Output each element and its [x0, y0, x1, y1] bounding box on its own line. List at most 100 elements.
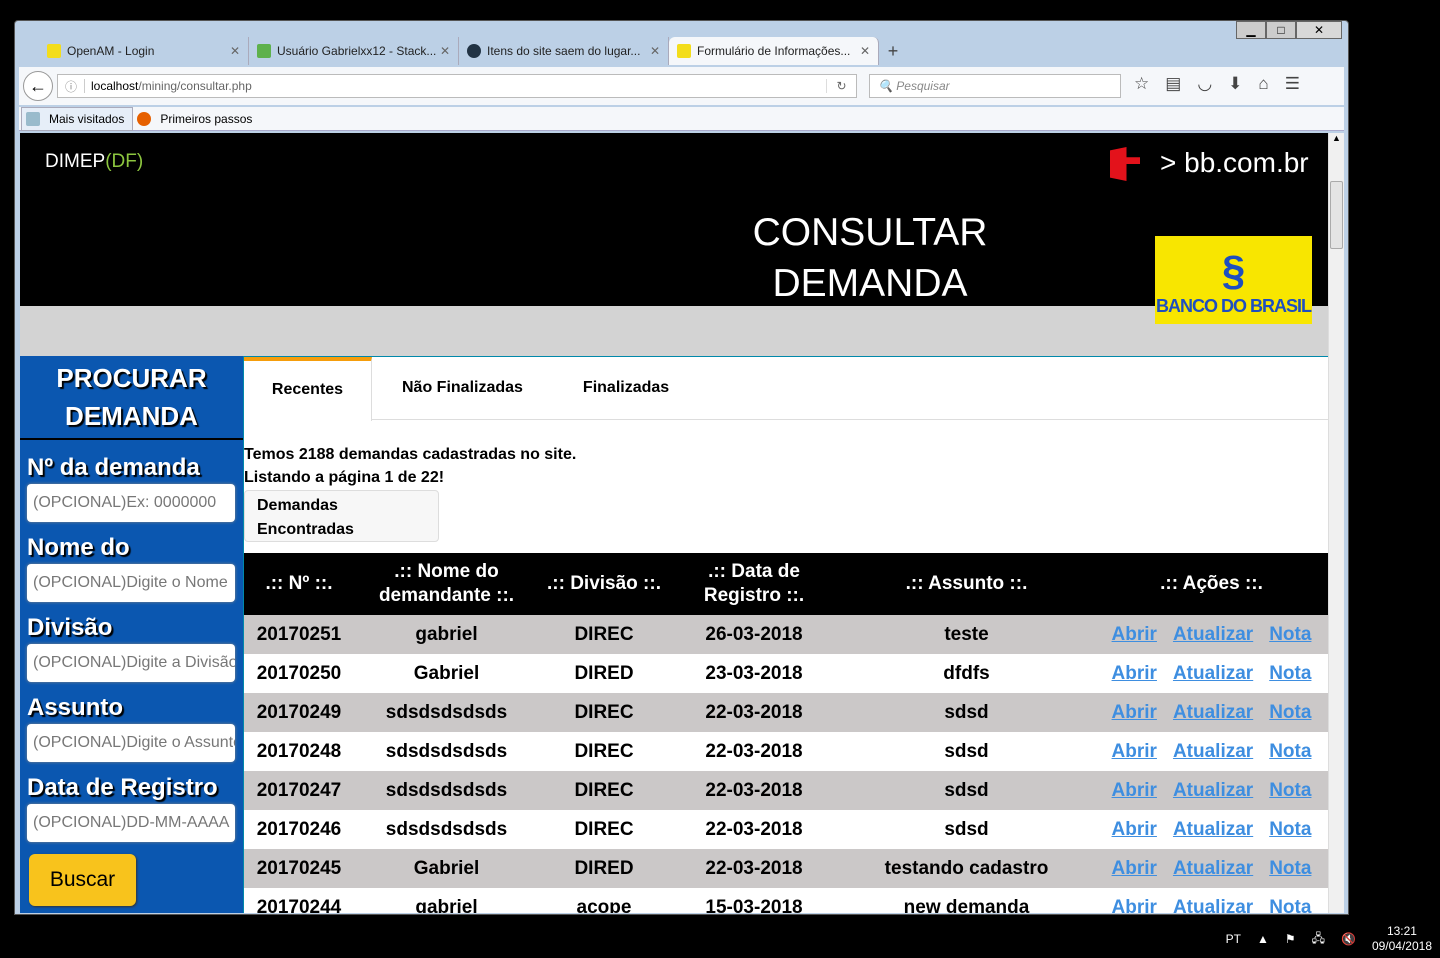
open-link[interactable]: Abrir — [1112, 741, 1157, 762]
bookmark-getting-started[interactable]: Primeiros passos — [133, 108, 260, 130]
update-link[interactable]: Atualizar — [1173, 624, 1253, 645]
bookmarks-bar: Mais visitados Primeiros passos — [19, 106, 1344, 131]
subject-input[interactable]: (OPCIONAL)Digite o Assunto — [27, 724, 235, 762]
open-link[interactable]: Abrir — [1112, 624, 1157, 645]
menu-icon[interactable]: ☰ — [1285, 74, 1300, 94]
volume-muted-icon[interactable]: 🔇 — [1341, 932, 1356, 946]
pocket-icon[interactable]: ◡ — [1197, 74, 1212, 94]
column-header: .:: Nº ::. — [244, 553, 354, 615]
page-title: CONSULTAR DEMANDA — [720, 207, 1020, 309]
title-line: DEMANDA — [65, 401, 198, 431]
note-link[interactable]: Nota — [1269, 897, 1311, 914]
library-icon[interactable]: ▤ — [1165, 74, 1181, 94]
table-cell: 15-03-2018 — [705, 896, 803, 914]
bookmark-most-visited[interactable]: Mais visitados — [21, 106, 134, 131]
action-center-icon[interactable]: ⚑ — [1285, 932, 1296, 946]
update-link[interactable]: Atualizar — [1173, 741, 1253, 762]
note-link[interactable]: Nota — [1269, 741, 1311, 762]
actions-cell: Abrir Atualizar Nota — [1094, 732, 1328, 771]
reload-icon[interactable]: ↻ — [826, 79, 856, 93]
browser-tab[interactable]: OpenAM - Login ✕ — [39, 37, 249, 65]
actions-cell: Abrir Atualizar Nota — [1094, 849, 1328, 888]
table-cell: 22-03-2018 — [705, 740, 803, 762]
update-link[interactable]: Atualizar — [1173, 663, 1253, 684]
table-cell: 26-03-2018 — [669, 615, 839, 654]
note-link[interactable]: Nota — [1269, 780, 1311, 801]
bb-link[interactable]: > bb.com.br — [1160, 147, 1309, 179]
close-tab-icon[interactable]: ✕ — [440, 44, 450, 58]
close-button[interactable]: ✕ — [1296, 21, 1342, 39]
note-link[interactable]: Nota — [1269, 858, 1311, 879]
table-cell: testando cadastro — [839, 849, 1094, 888]
clock[interactable]: 13:21 09/04/2018 — [1372, 924, 1432, 954]
table-cell: 20170251 — [244, 615, 354, 654]
tab-nao-finalizadas[interactable]: Não Finalizadas — [372, 357, 553, 419]
update-link[interactable]: Atualizar — [1173, 858, 1253, 879]
note-link[interactable]: Nota — [1269, 819, 1311, 840]
minimize-button[interactable]: ▁ — [1236, 21, 1266, 39]
field-label: Nº da demanda — [27, 454, 200, 481]
home-icon[interactable]: ⌂ — [1258, 74, 1268, 94]
open-link[interactable]: Abrir — [1112, 897, 1157, 914]
tab-recentes[interactable]: Recentes — [244, 357, 372, 421]
table-cell: 20170247 — [244, 771, 354, 810]
table-cell: 22-03-2018 — [669, 693, 839, 732]
update-link[interactable]: Atualizar — [1173, 897, 1253, 914]
date-input[interactable]: (OPCIONAL)DD-MM-AAAA — [27, 804, 235, 842]
download-icon[interactable]: ⬇ — [1228, 74, 1242, 94]
browser-tab[interactable]: Usuário Gabrielxx12 - Stack... ✕ — [249, 37, 459, 65]
close-tab-icon[interactable]: ✕ — [860, 44, 870, 58]
close-tab-icon[interactable]: ✕ — [230, 44, 240, 58]
update-link[interactable]: Atualizar — [1173, 702, 1253, 723]
open-link[interactable]: Abrir — [1112, 663, 1157, 684]
stackoverflow-icon — [467, 44, 481, 58]
tray-expand-icon[interactable]: ▲ — [1257, 932, 1269, 946]
browser-tab-active[interactable]: Formulário de Informações... ✕ — [669, 37, 879, 65]
table-cell: Gabriel — [354, 849, 539, 888]
network-icon[interactable]: 🖧 — [1312, 929, 1325, 950]
tab-bar: OpenAM - Login ✕ Usuário Gabrielxx12 - St… — [39, 37, 907, 65]
close-tab-icon[interactable]: ✕ — [650, 44, 660, 58]
table-cell: 20170245 — [244, 849, 354, 888]
table-cell: DIREC — [539, 693, 669, 732]
open-link[interactable]: Abrir — [1112, 819, 1157, 840]
note-link[interactable]: Nota — [1269, 663, 1311, 684]
open-link[interactable]: Abrir — [1112, 780, 1157, 801]
note-link[interactable]: Nota — [1269, 702, 1311, 723]
search-button[interactable]: Buscar — [29, 854, 136, 906]
tab-finalizadas[interactable]: Finalizadas — [553, 357, 699, 419]
demand-number-input[interactable]: (OPCIONAL)Ex: 0000000 — [27, 484, 235, 522]
table-row: 20170249 sdsdsdsdsds DIREC 22-03-2018 sdsd Ab… — [244, 693, 1328, 732]
division-input[interactable]: (OPCIONAL)Digite a Divisão — [27, 644, 235, 682]
table-cell: sdsd — [944, 818, 989, 840]
url-bar[interactable]: ⓘ localhost/mining/consultar.php ↻ — [57, 74, 857, 98]
maximize-button[interactable]: □ — [1266, 21, 1296, 39]
note-link[interactable]: Nota — [1269, 624, 1311, 645]
update-link[interactable]: Atualizar — [1173, 780, 1253, 801]
table-cell: sdsd — [944, 740, 989, 762]
back-button[interactable]: ← — [23, 71, 53, 101]
bookmark-star-icon[interactable]: ☆ — [1134, 74, 1149, 94]
name-input[interactable]: (OPCIONAL)Digite o Nome — [27, 564, 235, 602]
language-indicator[interactable]: PT — [1226, 932, 1241, 946]
info-text: Temos 2188 demandas cadastradas no site.… — [244, 443, 576, 489]
exit-icon[interactable] — [1110, 147, 1140, 181]
field-label: Assunto — [27, 694, 123, 721]
info-icon[interactable]: ⓘ — [58, 78, 84, 95]
open-link[interactable]: Abrir — [1112, 858, 1157, 879]
scroll-up-icon[interactable]: ▲ — [1329, 133, 1344, 143]
update-link[interactable]: Atualizar — [1173, 819, 1253, 840]
new-tab-button[interactable]: + — [879, 37, 907, 65]
date: 09/04/2018 — [1371, 939, 1432, 953]
search-input[interactable]: 🔍 Pesquisar — [869, 74, 1121, 98]
browser-tab[interactable]: Itens do site saem do lugar... ✕ — [459, 37, 669, 65]
open-link[interactable]: Abrir — [1112, 702, 1157, 723]
filter-tabs: Recentes Não Finalizadas Finalizadas — [244, 357, 1328, 421]
scrollbar-thumb[interactable] — [1330, 181, 1343, 249]
total-count: Temos 2188 demandas cadastradas no site. — [244, 446, 577, 463]
firefox-icon — [137, 111, 152, 126]
table-cell: DIREC — [574, 740, 634, 762]
scrollbar[interactable]: ▲ — [1328, 133, 1344, 913]
banco-do-brasil-logo: § BANCO DO BRASIL — [1155, 236, 1312, 324]
tab-title: Usuário Gabrielxx12 - Stack... — [277, 44, 437, 58]
